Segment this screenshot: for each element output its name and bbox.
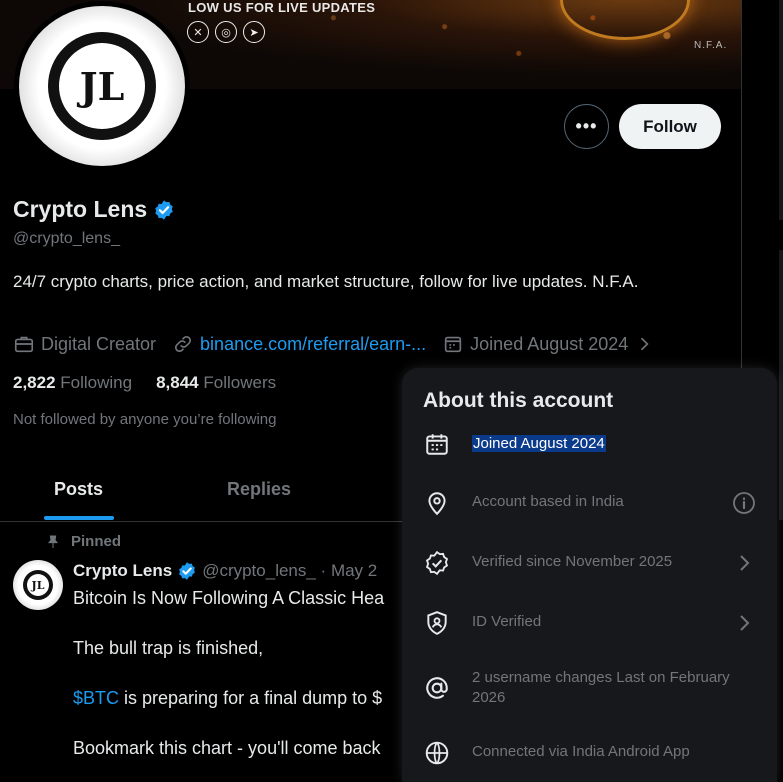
banner-headline: LOW US FOR LIVE UPDATES	[188, 0, 376, 15]
post-text-line: Bookmark this chart - you'll come back	[73, 738, 381, 758]
popup-row-verified[interactable]: Verified since November 2025	[402, 548, 777, 578]
link-icon	[175, 335, 192, 353]
category-label: Digital Creator	[41, 333, 157, 354]
verified-badge-outline-icon	[425, 550, 449, 576]
popup-title: About this account	[423, 389, 614, 412]
id-verified-text: ID Verified	[472, 613, 542, 630]
active-tab-indicator	[44, 516, 114, 520]
post-text-line: The bull trap is finished,	[73, 638, 264, 658]
post-avatar-monogram: JL	[27, 574, 49, 596]
location-pin-icon	[428, 492, 446, 516]
post-text-line: Bitcoin Is Now Following A Classic Hea	[73, 588, 385, 608]
pinned-label: Pinned	[71, 533, 122, 550]
followers-count: 8,844	[156, 373, 199, 392]
instagram-icon: ◎	[215, 21, 237, 43]
tab-replies[interactable]: Replies	[227, 479, 291, 500]
popup-row-id-verified[interactable]: ID Verified	[402, 608, 777, 638]
chevron-right-icon	[740, 555, 750, 571]
following-label: Following	[60, 373, 133, 392]
popup-row-connected-via: Connected via India Android App	[402, 738, 777, 768]
followers-label: Followers	[203, 373, 277, 392]
pin-icon	[48, 535, 58, 548]
verified-badge-icon[interactable]	[153, 199, 175, 221]
follow-stats: 2,822 Following 8,844 Followers	[13, 373, 276, 393]
joined-item[interactable]: Joined August 2024	[442, 333, 654, 355]
calendar-icon	[444, 336, 462, 353]
website-link[interactable]: binance.com/referral/earn-...	[200, 334, 426, 355]
popup-row-username-changes: 2 username changes Last on February 2026	[402, 668, 777, 708]
briefcase-icon	[14, 336, 34, 353]
globe-icon	[425, 741, 449, 765]
post-avatar[interactable]: JL	[13, 560, 63, 610]
chevron-right-icon	[641, 337, 649, 351]
tab-posts[interactable]: Posts	[54, 479, 103, 500]
joined-label: Joined August 2024	[470, 333, 629, 354]
category-item: Digital Creator	[13, 333, 156, 355]
id-shield-icon	[427, 611, 447, 635]
profile-bio: 24/7 crypto charts, price action, and ma…	[13, 272, 639, 291]
post-header: Crypto Lens @crypto_lens_ · May 2	[73, 561, 377, 581]
following-count: 2,822	[13, 373, 56, 392]
joined-date-text: Joined August 2024	[472, 435, 606, 452]
not-followed-text: Not followed by anyone you’re following	[13, 411, 277, 428]
popup-row-location: Account based in India	[402, 488, 777, 518]
connected-via-text: Connected via India Android App	[472, 743, 690, 760]
website-item[interactable]: binance.com/referral/earn-...	[172, 333, 426, 355]
location-text: Account based in India	[472, 493, 624, 510]
scrollbar-track-lower[interactable]	[779, 250, 783, 520]
profile-meta: Digital Creator binance.com/referral/ear…	[13, 333, 670, 355]
profile-name-text: Crypto Lens	[13, 196, 148, 222]
post-text-line: $BTC is preparing for a final dump to $	[73, 688, 382, 709]
banner-disclaimer: N.F.A.	[694, 40, 728, 51]
post-handle-date[interactable]: @crypto_lens_ · May 2	[202, 561, 377, 581]
post-text-fragment: is preparing for a final dump to $	[119, 688, 383, 708]
verified-since-text: Verified since November 2025	[472, 553, 673, 570]
popup-row-joined: Joined August 2024	[402, 430, 777, 458]
profile-name: Crypto Lens	[13, 196, 175, 223]
chevron-right-icon	[740, 615, 750, 631]
calendar-icon	[426, 434, 448, 455]
at-sign-icon	[426, 677, 448, 699]
following-stat[interactable]: 2,822 Following	[13, 373, 132, 393]
banner-coin-graphic	[560, 0, 690, 40]
x-icon: ✕	[187, 21, 209, 43]
profile-avatar[interactable]: JL	[14, 1, 190, 171]
telegram-icon: ➤	[243, 21, 265, 43]
avatar-monogram: JL	[59, 43, 145, 129]
banner-socials: ✕ ◎ ➤	[187, 21, 265, 43]
more-options-button[interactable]: •••	[564, 104, 609, 149]
verified-badge-icon	[179, 562, 196, 580]
pinned-indicator: Pinned	[45, 533, 121, 550]
follow-button[interactable]: Follow	[619, 104, 721, 149]
about-account-popup: About this account Joined August 2024 Ac…	[402, 368, 777, 782]
profile-handle: @crypto_lens_	[13, 230, 120, 247]
cashtag-link[interactable]: $BTC	[73, 688, 119, 708]
username-changes-text: 2 username changes Last on February 2026	[472, 669, 730, 706]
followers-stat[interactable]: 8,844 Followers	[156, 373, 276, 393]
info-icon[interactable]	[732, 491, 756, 515]
scrollbar-track[interactable]	[779, 0, 783, 220]
post-author[interactable]: Crypto Lens	[73, 561, 172, 581]
